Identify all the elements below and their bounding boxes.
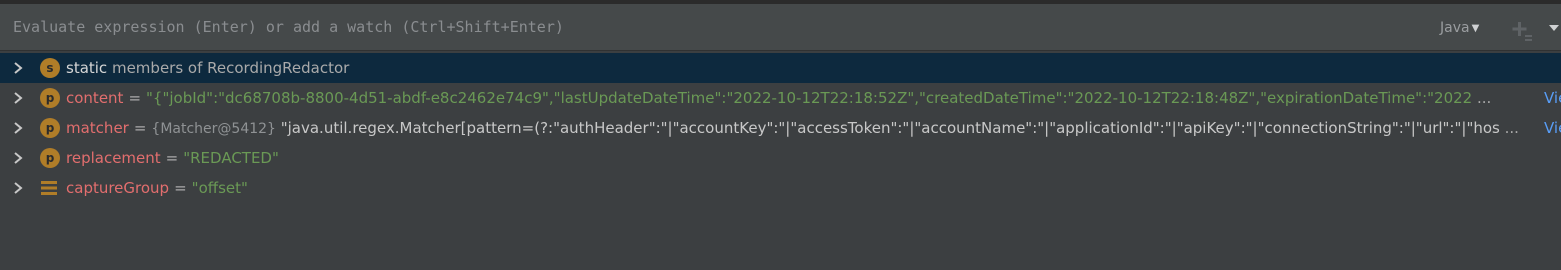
tree-row-matcher[interactable]: p matcher = {Matcher@5412} "java.util.rege… [0,113,1561,143]
chevron-right-icon[interactable] [11,61,25,75]
tree-row-static-members[interactable]: s static members of RecordingRedactor [0,53,1561,83]
variable-name: matcher [66,119,129,137]
property-icon: p [40,118,60,138]
equals-sign: = [128,89,142,107]
row-text: replacement = "REDACTED" [66,143,1537,173]
equals-sign: = [133,119,147,137]
view-value-link[interactable]: View [1544,113,1561,143]
property-icon: p [40,88,60,108]
ellipsis: ... [1504,119,1519,137]
more-menu-icon[interactable] [1546,22,1561,34]
equals-sign: = [174,179,187,197]
variable-name: replacement [66,149,161,167]
object-reference: {Matcher@5412} [151,121,276,137]
variable-value: "java.util.regex.Matcher[pattern=(?:"aut… [280,119,1500,137]
evaluate-expression-bar: Java▼ [0,4,1561,51]
chevron-right-icon[interactable] [11,91,25,105]
variable-value: "REDACTED" [183,149,279,167]
static-members-icon: s [40,58,60,78]
static-label: static [66,59,108,77]
tree-row-content[interactable]: p content = "{"jobId":"dc68708b-8800-4d51-… [0,83,1561,113]
row-text: matcher = {Matcher@5412} "java.util.regex.… [66,113,1537,143]
caret-down-icon: ▼ [1471,23,1480,34]
static-members-suffix: members of RecordingRedactor [111,59,350,77]
add-watch-icon[interactable] [1511,20,1533,42]
variables-tree: s static members of RecordingRedactor p … [0,53,1561,203]
field-icon [41,181,57,195]
language-label: Java [1440,20,1470,36]
row-text: content = "{"jobId":"dc68708b-8800-4d51-ab… [66,83,1537,113]
evaluate-expression-input[interactable] [0,4,1420,50]
variable-name: content [66,89,124,107]
variable-name: captureGroup [66,179,170,197]
view-value-link[interactable]: View [1544,83,1561,113]
chevron-right-icon[interactable] [11,121,25,135]
row-text: static members of RecordingRedactor [66,53,1537,83]
equals-sign: = [165,149,179,167]
row-text: captureGroup = "offset" [66,173,1537,203]
variable-value: "{"jobId":"dc68708b-8800-4d51-abdf-e8c24… [146,89,1473,107]
language-dropdown[interactable]: Java ▼ [1440,18,1479,38]
chevron-right-icon[interactable] [11,151,25,165]
variable-value: "offset" [191,179,248,197]
tree-row-replacement[interactable]: p replacement = "REDACTED" [0,143,1561,173]
chevron-right-icon[interactable] [11,181,25,195]
tree-row-capture-group[interactable]: captureGroup = "offset" [0,173,1561,203]
property-icon: p [40,148,60,168]
ellipsis: ... [1477,89,1492,107]
